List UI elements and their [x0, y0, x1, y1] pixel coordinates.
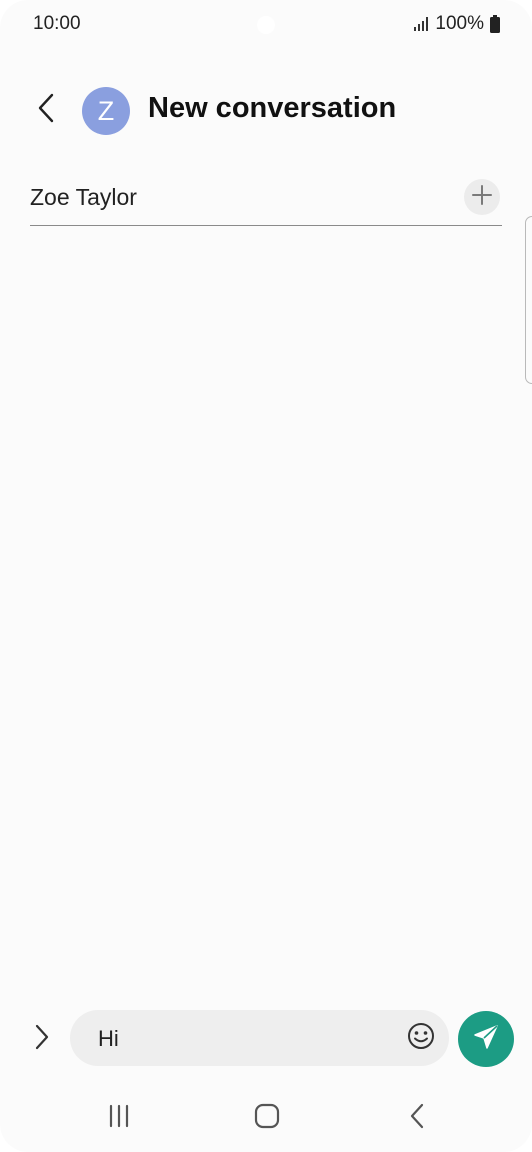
navigation-bar — [0, 1090, 532, 1146]
signal-icon — [413, 16, 429, 32]
battery-icon — [490, 15, 500, 33]
send-icon — [472, 1023, 500, 1056]
recipient-name[interactable]: Zoe Taylor — [30, 184, 137, 211]
emoji-button[interactable] — [406, 1022, 436, 1055]
chevron-right-icon — [35, 1024, 49, 1055]
status-bar: 10:00 100% — [0, 0, 532, 50]
screen: 10:00 100% Z New conversation Zoe Taylor… — [0, 0, 532, 1152]
chevron-left-icon — [36, 93, 56, 128]
add-recipient-button[interactable] — [464, 179, 500, 215]
recents-button[interactable] — [99, 1100, 139, 1136]
smiley-icon — [407, 1022, 435, 1055]
app-header: Z New conversation — [0, 70, 532, 150]
battery-percentage: 100% — [435, 13, 484, 34]
home-icon — [254, 1103, 280, 1134]
recents-icon — [107, 1104, 131, 1133]
avatar[interactable]: Z — [82, 87, 130, 135]
status-time: 10:00 — [33, 13, 81, 34]
back-button[interactable] — [24, 86, 68, 134]
page-title: New conversation — [148, 92, 397, 124]
nav-back-button[interactable] — [397, 1100, 437, 1136]
home-button[interactable] — [247, 1100, 287, 1136]
status-indicators: 100% — [413, 13, 500, 35]
recipient-field[interactable]: Zoe Taylor — [30, 170, 502, 226]
plus-icon — [471, 184, 493, 211]
camera-cutout — [257, 16, 275, 34]
edge-panel-handle[interactable] — [525, 216, 532, 384]
back-icon — [409, 1103, 425, 1134]
send-button[interactable] — [458, 1011, 514, 1067]
message-input[interactable]: Hi — [70, 1010, 449, 1066]
message-text[interactable]: Hi — [98, 1026, 119, 1052]
expand-options-button[interactable] — [24, 1016, 60, 1062]
